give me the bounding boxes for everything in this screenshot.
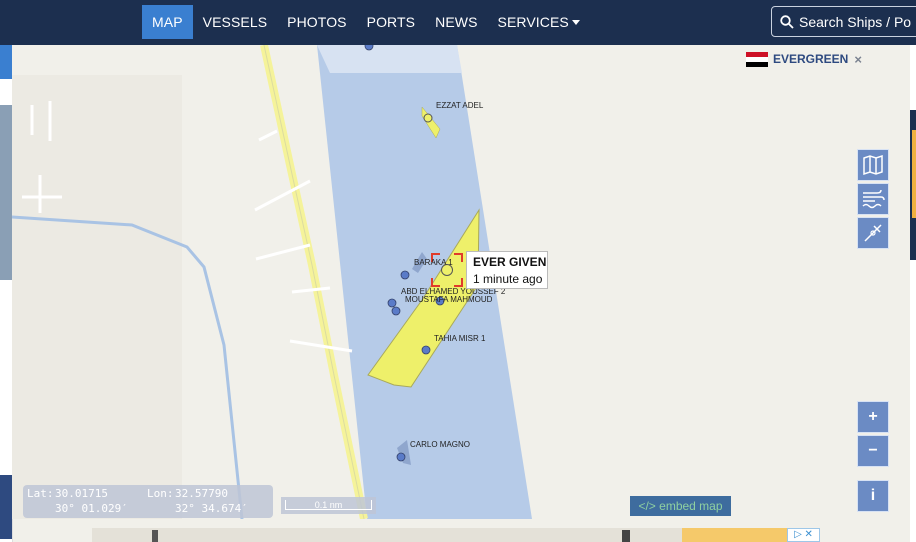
vessel-label-moustafa-mahmoud[interactable]: MOUSTAFA MAHMOUD xyxy=(405,295,492,304)
vessel-label-baraka-1[interactable]: BARAKA 1 xyxy=(414,258,453,267)
sidebar-photo xyxy=(0,105,12,280)
lat-value: 30.01715 xyxy=(55,487,108,500)
vessel-label-carlo-magno[interactable]: CARLO MAGNO xyxy=(410,440,470,449)
nav-map[interactable]: MAP xyxy=(142,5,193,39)
fleet-filter-close-icon[interactable]: × xyxy=(854,52,862,67)
zoom-in-button[interactable]: + xyxy=(857,401,889,433)
vessel-label-ezzat-adel[interactable]: EZZAT ADEL xyxy=(436,101,483,110)
measure-icon xyxy=(864,224,882,242)
coordinates-readout: Lat: 30.01715 Lon: 32.57790 30° 01.029′ … xyxy=(23,485,273,518)
lon-value: 32.57790 xyxy=(175,487,228,500)
nav-services-label: SERVICES xyxy=(497,14,569,30)
info-button[interactable]: i xyxy=(857,480,889,512)
lat-label: Lat: xyxy=(27,487,54,500)
nav-vessels[interactable]: VESSELS xyxy=(193,5,278,39)
search-icon xyxy=(780,15,794,29)
embed-map-button[interactable]: </> embed map xyxy=(630,496,731,516)
sidebar-buttons[interactable] xyxy=(0,475,12,539)
map-canvas[interactable]: EZZAT ADEL BARAKA 1 ABD ELHAMED YOUSSEF … xyxy=(12,45,910,519)
main-nav: MAP VESSELS PHOTOS PORTS NEWS SERVICES xyxy=(142,5,590,39)
advertisement-banner[interactable] xyxy=(92,528,820,542)
weather-layer-button[interactable] xyxy=(857,183,889,215)
map-icon xyxy=(863,154,883,176)
map-scale: 0.1 nm xyxy=(281,497,376,514)
top-navigation-bar: MAP VESSELS PHOTOS PORTS NEWS SERVICES S… xyxy=(0,0,916,45)
ad-choices-icon[interactable]: ▷ ✕ xyxy=(787,528,820,542)
tooltip-vessel-name: EVER GIVEN xyxy=(473,255,547,269)
sidebar-tab[interactable] xyxy=(0,45,12,79)
search-text: Search Ships / Po xyxy=(799,14,912,30)
scale-label: 0.1 nm xyxy=(285,500,372,510)
nav-photos[interactable]: PHOTOS xyxy=(277,5,356,39)
fleet-filter-label: EVERGREEN xyxy=(773,52,849,66)
fleet-filter-tag: EVERGREEN × xyxy=(746,50,862,68)
measure-tool-button[interactable] xyxy=(857,217,889,249)
search-ships-input[interactable]: Search Ships / Po xyxy=(771,6,916,37)
vessel-label-tahia-misr-1[interactable]: TAHIA MISR 1 xyxy=(434,334,485,343)
nav-news[interactable]: NEWS xyxy=(425,5,487,39)
vessel-tooltip[interactable]: EVER GIVEN 1 minute ago xyxy=(466,251,548,289)
lat-dms: 30° 01.029′ xyxy=(55,502,128,515)
scrollbar-thumb[interactable] xyxy=(912,130,916,218)
nav-services[interactable]: SERVICES xyxy=(488,5,590,39)
wind-icon xyxy=(862,189,885,209)
chevron-down-icon xyxy=(571,20,580,25)
lon-dms: 32° 34.674′ xyxy=(175,502,248,515)
right-scroll-edge[interactable] xyxy=(910,45,916,542)
egypt-flag-icon xyxy=(746,51,768,67)
tooltip-updated-time: 1 minute ago xyxy=(473,272,543,286)
map-layer-button[interactable] xyxy=(857,149,889,181)
zoom-out-button[interactable]: − xyxy=(857,435,889,467)
lon-label: Lon: xyxy=(147,487,174,500)
nav-ports[interactable]: PORTS xyxy=(357,5,425,39)
